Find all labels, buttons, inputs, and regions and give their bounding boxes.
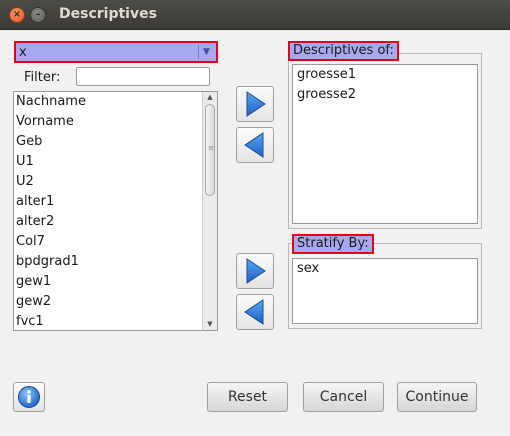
variable-list-item[interactable]: Geb [14,132,202,152]
add-to-stratify-button[interactable] [236,253,274,289]
grip-icon: ≡ [208,144,214,152]
cancel-button[interactable]: Cancel [303,382,384,412]
remove-from-stratify-button[interactable] [236,294,274,330]
variable-set-dropdown[interactable]: x ▼ [14,41,218,63]
stratify-list[interactable]: sex [292,258,478,324]
stratify-title: Stratify By: [292,234,374,254]
scroll-down-icon[interactable]: ▼ [206,320,214,328]
remove-from-descriptives-button[interactable] [236,127,274,163]
variable-list-item[interactable]: alter2 [14,212,202,232]
variable-list-items: Nachname Vorname Geb U1 U2 alter1 alter2 Col7 bp… [14,92,202,330]
filter-label: Filter: [24,70,61,85]
descriptives-list[interactable]: groesse1 groesse2 [292,64,478,224]
descriptives-title: Descriptives of: [288,41,399,61]
minimize-window-button[interactable]: – [30,7,46,23]
arrow-right-icon [246,91,266,117]
info-icon [18,386,40,408]
variable-list-scrollbar[interactable]: ▲ ≡ ▼ [202,92,217,330]
scroll-thumb[interactable]: ≡ [205,104,215,196]
variable-list-item[interactable]: alter1 [14,192,202,212]
variable-list-item[interactable]: bpdgrad1 [14,252,202,272]
descriptives-group: groesse1 groesse2 [288,53,482,229]
variable-list-item[interactable]: Nachname [14,92,202,112]
arrow-left-icon [244,299,264,325]
descriptives-list-items: groesse1 groesse2 [293,65,477,105]
variable-list-item[interactable]: Col7 [14,232,202,252]
stratify-list-items: sex [293,259,477,279]
stratify-group: sex [288,243,482,329]
scroll-up-icon[interactable]: ▲ [206,93,214,101]
close-window-button[interactable]: × [9,7,25,23]
variable-list-item[interactable]: U2 [14,172,202,192]
descriptives-list-item[interactable]: groesse2 [293,85,477,105]
info-button[interactable] [13,382,45,412]
variable-list-item[interactable]: U1 [14,152,202,172]
filter-input[interactable] [76,67,210,86]
chevron-down-icon[interactable]: ▼ [198,45,214,59]
arrow-right-icon [246,258,266,284]
reset-button[interactable]: Reset [207,382,288,412]
window-title: Descriptives [59,6,157,22]
variable-list-item[interactable]: fvc1 [14,312,202,330]
add-to-descriptives-button[interactable] [236,86,274,122]
variable-list[interactable]: Nachname Vorname Geb U1 U2 alter1 alter2 Col7 bp… [13,91,218,331]
arrow-left-icon [244,132,264,158]
descriptives-list-item[interactable]: groesse1 [293,65,477,85]
continue-button[interactable]: Continue [397,382,477,412]
variable-list-item[interactable]: gew2 [14,292,202,312]
variable-list-item[interactable]: gew1 [14,272,202,292]
variable-list-item[interactable]: Vorname [14,112,202,132]
dropdown-value: x [19,45,27,60]
title-bar: × – Descriptives [0,0,510,30]
stratify-list-item[interactable]: sex [293,259,477,279]
